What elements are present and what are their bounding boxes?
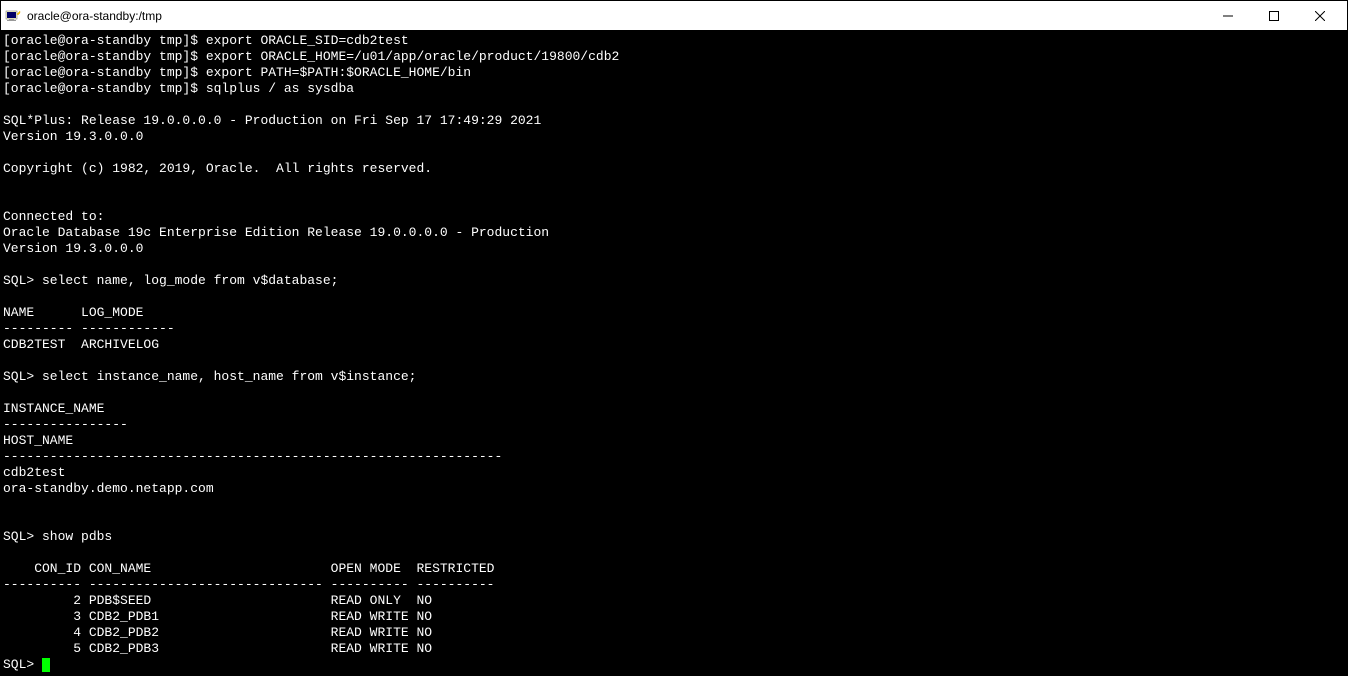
putty-icon <box>5 8 21 24</box>
maximize-button[interactable] <box>1251 1 1297 30</box>
window-title: oracle@ora-standby:/tmp <box>27 9 1205 23</box>
terminal-content[interactable]: [oracle@ora-standby tmp]$ export ORACLE_… <box>1 31 1347 675</box>
minimize-button[interactable] <box>1205 1 1251 30</box>
close-button[interactable] <box>1297 1 1343 30</box>
sql-prompt: SQL> <box>3 657 42 672</box>
terminal-output: [oracle@ora-standby tmp]$ export ORACLE_… <box>3 33 619 656</box>
titlebar: oracle@ora-standby:/tmp <box>1 1 1347 31</box>
terminal-window: oracle@ora-standby:/tmp [oracle@ora-stan… <box>0 0 1348 676</box>
cursor <box>42 658 50 672</box>
window-controls <box>1205 1 1343 30</box>
